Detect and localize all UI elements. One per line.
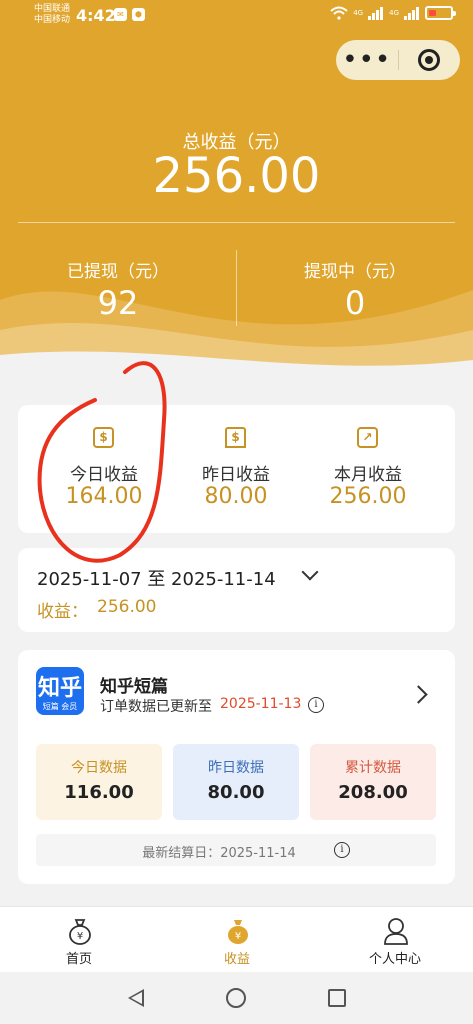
notification-app-icon: ✉ [114,8,127,21]
system-nav-bar [0,972,473,1024]
info-icon[interactable]: i [308,697,324,713]
stat-today[interactable]: $ 今日收益 164.00 [38,405,170,533]
carrier-2: 中国移动 [34,15,71,25]
tab-profile[interactable]: 个人中心 [316,907,473,973]
recent-apps-icon[interactable] [328,989,346,1007]
stat-today-label: 今日收益 [70,465,138,485]
income-header: 中国联通 中国移动 4:42 ✉ ⬢ 4G 4G ••• 总收益（元） 256.… [0,0,473,380]
update-date: 2025-11-13 [220,696,302,712]
app-income-card: 知乎 短篇 会员 知乎短篇 订单数据已更新至 2025-11-13 i 今日数据… [18,650,455,884]
metric-total: 累计数据 208.00 [310,744,436,820]
bottom-tab-bar: ¥ 首页 ¥ 收益 个人中心 [0,906,473,972]
update-label: 订单数据已更新至 [100,699,212,715]
money-bag-filled-icon: ¥ [228,920,248,944]
chevron-right-icon[interactable] [409,685,428,704]
money-bag-icon: ¥ [69,919,91,945]
tab-income[interactable]: ¥ 收益 [158,907,316,973]
info-icon[interactable]: i [334,842,350,858]
metric-yesterday-label: 昨日数据 [208,760,264,776]
date-filter-card: 2025-11-07 至 2025-11-14 收益： 256.00 [18,548,455,632]
user-icon [384,918,408,945]
stat-month-label: 本月收益 [334,465,402,485]
status-time: 4:42 [76,6,116,25]
metric-total-label: 累计数据 [345,760,401,776]
more-menu-button[interactable]: ••• [336,40,398,80]
logo-text: 知乎 [38,676,83,701]
status-indicators: 4G 4G [330,6,456,20]
tab-profile-label: 个人中心 [368,952,421,967]
withdrawn-label: 已提现（元） [67,262,169,282]
wifi-icon [330,6,348,20]
metric-total-value: 208.00 [338,782,408,803]
stat-yesterday-label: 昨日收益 [202,465,270,485]
svg-text:¥: ¥ [77,931,83,942]
dollar-icon: $ [93,427,114,448]
stat-month-value: 256.00 [329,484,407,509]
home-icon[interactable] [226,988,246,1008]
range-income-label: 收益： [37,602,88,622]
income-stats-card: $ 今日收益 164.00 $ 昨日收益 80.00 ↗ 本月收益 256.00 [18,405,455,533]
stat-yesterday-value: 80.00 [204,484,268,509]
zhihu-app-logo: 知乎 短篇 会员 [36,667,84,715]
metric-today: 今日数据 116.00 [36,744,162,820]
signal-icon [404,6,419,20]
network-type-2: 4G [389,9,399,17]
logo-subtext: 短篇 会员 [42,702,78,711]
carrier-info: 中国联通 中国移动 [34,4,70,26]
miniprogram-capsule: ••• [336,40,460,80]
notification-app-icon: ⬢ [132,8,145,21]
withdrawing-value: 0 [344,284,366,322]
header-divider [18,222,455,223]
tab-home[interactable]: ¥ 首页 [0,907,158,973]
metric-yesterday: 昨日数据 80.00 [173,744,299,820]
svg-text:¥: ¥ [235,931,241,942]
metric-yesterday-value: 80.00 [207,782,265,803]
carrier-1: 中国联通 [34,4,71,14]
close-target-icon [418,49,441,71]
monitor-dollar-icon: $ [225,427,246,448]
chevron-down-icon[interactable] [301,563,319,581]
metric-today-value: 116.00 [64,782,134,803]
battery-low-icon [425,6,456,20]
signal-icon [368,6,384,20]
stat-today-value: 164.00 [65,484,143,509]
withdrawn-value: 92 [97,284,139,322]
stat-yesterday[interactable]: $ 昨日收益 80.00 [170,405,302,533]
status-bar: 中国联通 中国移动 4:42 ✉ ⬢ 4G 4G [0,0,473,32]
app-name: 知乎短篇 [100,677,168,697]
network-type-1: 4G [353,9,364,17]
settlement-bar: 最新结算日：2025-11-14 i [36,834,436,866]
tab-home-label: 首页 [65,952,92,967]
metric-today-label: 今日数据 [71,760,127,776]
tab-income-label: 收益 [223,952,250,967]
range-income-value: 256.00 [97,597,157,617]
withdrawing-label: 提现中（元） [304,262,406,282]
stat-month[interactable]: ↗ 本月收益 256.00 [302,405,434,533]
back-icon[interactable] [128,989,144,1007]
total-income-value: 256.00 [152,148,321,204]
date-range-selector[interactable]: 2025-11-07 至 2025-11-14 [37,565,276,591]
close-miniprogram-button[interactable] [398,49,460,71]
chart-up-icon: ↗ [357,427,378,448]
